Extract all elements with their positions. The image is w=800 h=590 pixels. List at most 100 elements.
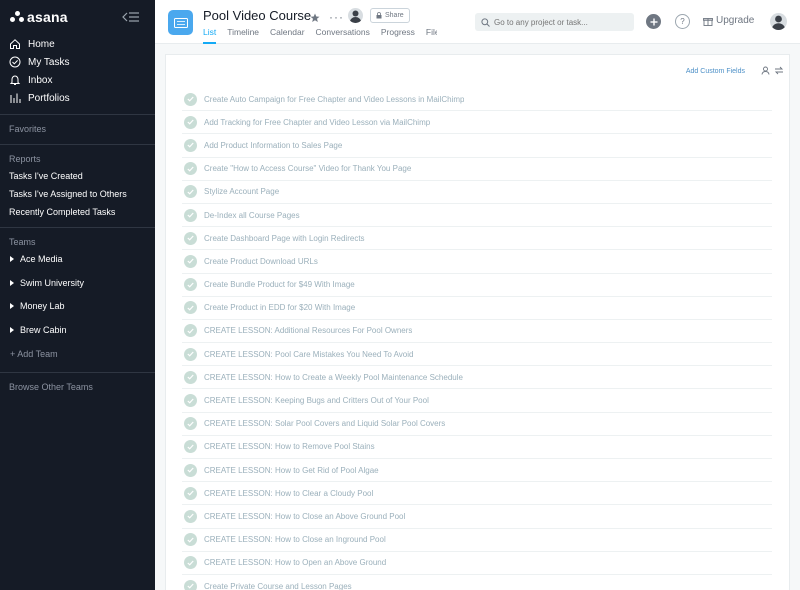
task-name[interactable]: Create Private Course and Lesson Pages <box>204 582 352 590</box>
task-name[interactable]: CREATE LESSON: How to Open an Above Grou… <box>204 558 386 567</box>
add-custom-fields-button[interactable]: Add Custom Fields <box>686 68 745 75</box>
task-row[interactable]: CREATE LESSON: Pool Care Mistakes You Ne… <box>182 343 772 367</box>
quick-add-button[interactable] <box>646 14 661 29</box>
task-name[interactable]: Create Product in EDD for $20 With Image <box>204 303 355 312</box>
completed-check-icon[interactable] <box>184 92 197 106</box>
completed-check-icon[interactable] <box>184 138 197 152</box>
completed-check-icon[interactable] <box>184 370 197 384</box>
completed-check-icon[interactable] <box>184 208 197 222</box>
collapse-sidebar-icon[interactable] <box>122 10 140 22</box>
task-name[interactable]: CREATE LESSON: How to Close an Above Gro… <box>204 512 405 521</box>
task-name[interactable]: CREATE LESSON: How to Clear a Cloudy Poo… <box>204 489 373 498</box>
task-row[interactable]: Stylize Account Page <box>182 181 772 204</box>
task-name[interactable]: Stylize Account Page <box>204 187 279 196</box>
user-avatar[interactable] <box>770 13 787 30</box>
completed-check-icon[interactable] <box>184 579 197 590</box>
task-row[interactable]: CREATE LESSON: Solar Pool Covers and Liq… <box>182 413 772 436</box>
task-name[interactable]: Create Bundle Product for $49 With Image <box>204 280 355 289</box>
more-options-icon[interactable]: ··· <box>329 10 344 24</box>
task-row[interactable]: Add Tracking for Free Chapter and Video … <box>182 111 772 135</box>
report-tasks-created[interactable]: Tasks I've Created <box>9 169 83 183</box>
completed-check-icon[interactable] <box>184 254 197 268</box>
task-row[interactable]: Create Product Download URLs <box>182 250 772 274</box>
share-button[interactable]: Share <box>370 8 410 23</box>
task-name[interactable]: Create Dashboard Page with Login Redirec… <box>204 234 365 243</box>
task-name[interactable]: CREATE LESSON: Solar Pool Covers and Liq… <box>204 419 445 428</box>
sidebar-item-home[interactable]: Home <box>9 36 55 52</box>
completed-check-icon[interactable] <box>184 324 197 338</box>
sidebar-item-my-tasks[interactable]: My Tasks <box>9 54 70 70</box>
task-row[interactable]: CREATE LESSON: How to Create a Weekly Po… <box>182 366 772 390</box>
report-tasks-assigned[interactable]: Tasks I've Assigned to Others <box>9 187 127 201</box>
task-name[interactable]: Create Product Download URLs <box>204 257 318 266</box>
search-input[interactable] <box>494 17 629 27</box>
task-row[interactable]: CREATE LESSON: Additional Resources For … <box>182 320 772 344</box>
completed-check-icon[interactable] <box>184 115 197 129</box>
tab-list[interactable]: List <box>203 27 217 44</box>
task-row[interactable]: Create Bundle Product for $49 With Image <box>182 274 772 297</box>
completed-check-icon[interactable] <box>184 556 197 570</box>
completed-check-icon[interactable] <box>184 185 197 199</box>
task-name[interactable]: CREATE LESSON: How to Create a Weekly Po… <box>204 373 463 382</box>
task-row[interactable]: Create Dashboard Page with Login Redirec… <box>182 227 772 251</box>
completed-check-icon[interactable] <box>184 440 197 454</box>
task-row[interactable]: De-Index all Course Pages <box>182 204 772 228</box>
project-icon[interactable] <box>168 10 193 35</box>
task-name[interactable]: CREATE LESSON: Pool Care Mistakes You Ne… <box>204 350 413 359</box>
team-swim-university[interactable]: Swim University <box>10 276 84 290</box>
task-row[interactable]: CREATE LESSON: How to Close an Inground … <box>182 529 772 552</box>
completed-check-icon[interactable] <box>184 278 197 292</box>
task-name[interactable]: CREATE LESSON: How to Remove Pool Stains <box>204 442 375 451</box>
task-row[interactable]: Add Product Information to Sales Page <box>182 134 772 158</box>
task-name[interactable]: Create "How to Access Course" Video for … <box>204 164 411 173</box>
project-title[interactable]: Pool Video Course <box>203 8 311 23</box>
completed-check-icon[interactable] <box>184 417 197 431</box>
tab-conversations[interactable]: Conversations <box>316 27 370 44</box>
sidebar-item-inbox[interactable]: Inbox <box>9 72 52 88</box>
add-team-button[interactable]: + Add Team <box>10 347 58 361</box>
browse-other-teams-link[interactable]: Browse Other Teams <box>9 382 93 392</box>
report-recently-completed[interactable]: Recently Completed Tasks <box>9 205 115 219</box>
task-name[interactable]: De-Index all Course Pages <box>204 211 300 220</box>
task-name[interactable]: CREATE LESSON: Additional Resources For … <box>204 326 412 335</box>
task-row[interactable]: CREATE LESSON: How to Open an Above Grou… <box>182 552 772 575</box>
upgrade-button[interactable]: Upgrade <box>703 15 754 26</box>
help-button[interactable]: ? <box>675 14 690 29</box>
team-ace-media[interactable]: Ace Media <box>10 252 63 266</box>
task-row[interactable]: Create Auto Campaign for Free Chapter an… <box>182 88 772 112</box>
completed-check-icon[interactable] <box>184 394 197 408</box>
completed-check-icon[interactable] <box>184 231 197 245</box>
completed-check-icon[interactable] <box>184 509 197 523</box>
team-brew-cabin[interactable]: Brew Cabin <box>10 323 67 337</box>
completed-check-icon[interactable] <box>184 301 197 315</box>
sidebar-item-portfolios[interactable]: Portfolios <box>9 90 70 106</box>
completed-check-icon[interactable] <box>184 347 197 361</box>
sort-icon[interactable] <box>774 62 784 80</box>
task-row[interactable]: CREATE LESSON: Keeping Bugs and Critters… <box>182 389 772 413</box>
completed-check-icon[interactable] <box>184 463 197 477</box>
member-avatar[interactable] <box>348 8 363 23</box>
tab-progress[interactable]: Progress <box>381 27 415 44</box>
person-icon[interactable] <box>761 62 770 80</box>
task-row[interactable]: Create Product in EDD for $20 With Image <box>182 297 772 320</box>
team-money-lab[interactable]: Money Lab <box>10 299 65 313</box>
task-name[interactable]: CREATE LESSON: Keeping Bugs and Critters… <box>204 396 429 405</box>
search-bar[interactable] <box>475 13 634 31</box>
task-row[interactable]: CREATE LESSON: How to Close an Above Gro… <box>182 505 772 529</box>
task-name[interactable]: CREATE LESSON: How to Close an Inground … <box>204 535 386 544</box>
task-row[interactable]: Create Private Course and Lesson Pages <box>182 575 772 590</box>
star-icon[interactable] <box>310 10 320 28</box>
task-name[interactable]: Create Auto Campaign for Free Chapter an… <box>204 95 464 104</box>
tab-files[interactable]: Files <box>426 27 437 44</box>
completed-check-icon[interactable] <box>184 162 197 176</box>
completed-check-icon[interactable] <box>184 533 197 547</box>
task-name[interactable]: CREATE LESSON: How to Get Rid of Pool Al… <box>204 466 379 475</box>
task-row[interactable]: CREATE LESSON: How to Clear a Cloudy Poo… <box>182 482 772 506</box>
tab-calendar[interactable]: Calendar <box>270 27 305 44</box>
task-row[interactable]: Create "How to Access Course" Video for … <box>182 158 772 181</box>
asana-logo[interactable]: asana <box>10 9 68 25</box>
reports-heading[interactable]: Reports <box>9 154 41 164</box>
task-name[interactable]: Add Tracking for Free Chapter and Video … <box>204 118 430 127</box>
tab-timeline[interactable]: Timeline <box>227 27 259 44</box>
completed-check-icon[interactable] <box>184 486 197 500</box>
